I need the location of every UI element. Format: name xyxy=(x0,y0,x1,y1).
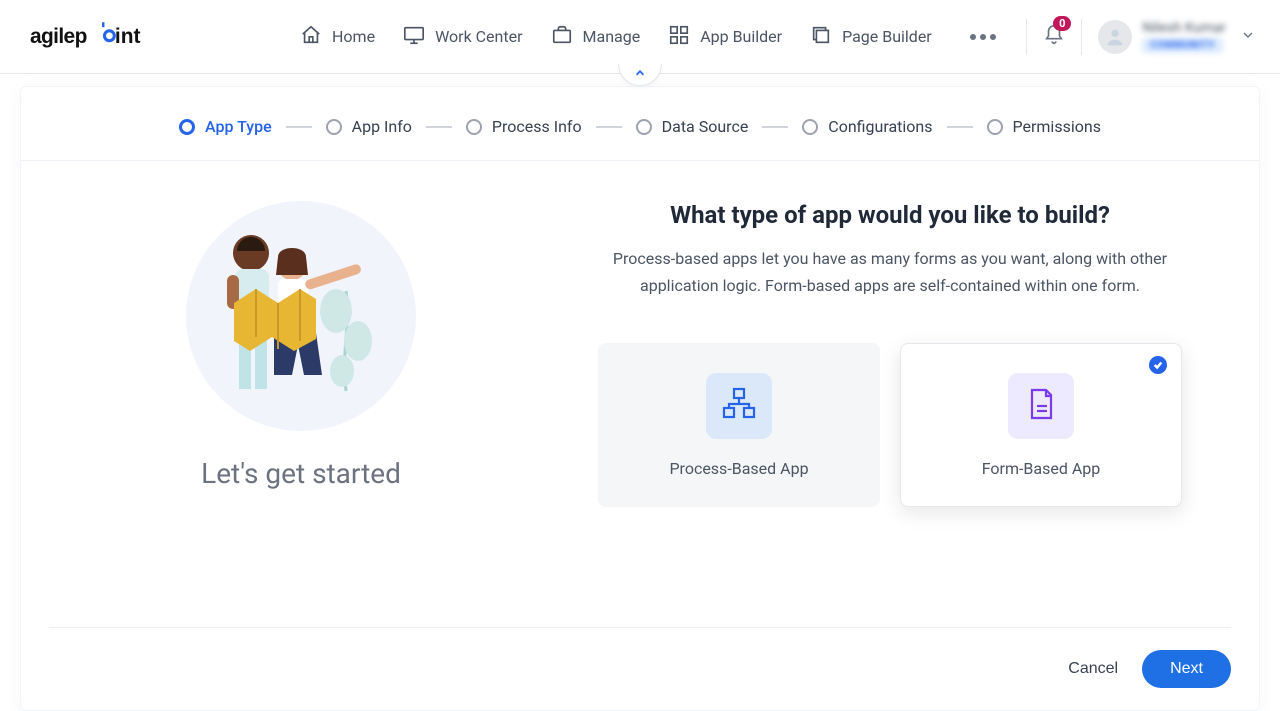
user-name: Nilesh Kumar xyxy=(1142,20,1226,36)
svg-text:int: int xyxy=(115,25,141,48)
step-permissions[interactable]: Permissions xyxy=(987,117,1101,136)
option-process-label: Process-Based App xyxy=(669,459,808,478)
notifications-button[interactable]: 0 xyxy=(1043,24,1065,50)
illustration xyxy=(186,201,416,431)
nav-page-builder-label: Page Builder xyxy=(842,27,932,46)
collapse-toggle[interactable] xyxy=(618,64,662,86)
process-icon xyxy=(721,386,757,426)
step-app-info[interactable]: App Info xyxy=(326,117,412,136)
home-icon xyxy=(300,24,322,50)
step-indicator-icon xyxy=(802,119,818,135)
notification-badge: 0 xyxy=(1053,16,1071,31)
copy-icon xyxy=(810,24,832,50)
nav-work-center[interactable]: Work Center xyxy=(403,24,522,50)
chevron-down-icon xyxy=(1240,27,1256,47)
top-navbar: agilep int Home Work Center Manage xyxy=(0,0,1280,74)
svg-text:agilep: agilep xyxy=(30,25,87,48)
step-label: App Info xyxy=(352,117,412,136)
brand-logo[interactable]: agilep int xyxy=(30,21,190,53)
step-label: App Type xyxy=(205,117,272,136)
step-separator xyxy=(286,126,312,128)
step-label: Configurations xyxy=(828,117,932,136)
nav-items: Home Work Center Manage App Builder Page… xyxy=(300,24,1002,50)
divider xyxy=(1026,19,1027,55)
selected-check-icon xyxy=(1149,356,1167,374)
option-form-label: Form-Based App xyxy=(982,459,1101,478)
nav-app-builder[interactable]: App Builder xyxy=(668,24,782,50)
step-app-type[interactable]: App Type xyxy=(179,117,272,136)
cancel-button[interactable]: Cancel xyxy=(1068,650,1118,688)
step-indicator-icon xyxy=(179,119,195,135)
avatar-icon xyxy=(1098,20,1132,54)
nav-work-center-label: Work Center xyxy=(435,27,522,46)
monitor-icon xyxy=(403,24,425,50)
nav-home[interactable]: Home xyxy=(300,24,375,50)
chevron-up-icon xyxy=(633,65,647,84)
user-menu[interactable]: Nilesh Kumar COMMUNITY xyxy=(1098,20,1256,54)
step-separator xyxy=(762,126,788,128)
option-form-based[interactable]: Form-Based App xyxy=(900,343,1182,507)
nav-page-builder[interactable]: Page Builder xyxy=(810,24,932,50)
step-indicator-icon xyxy=(987,119,1003,135)
user-tag: COMMUNITY xyxy=(1142,38,1222,53)
wizard-footer: Cancel Next xyxy=(49,627,1231,710)
left-heading: Let's get started xyxy=(201,457,401,490)
step-indicator-icon xyxy=(326,119,342,135)
bell-icon xyxy=(1043,31,1065,50)
step-label: Data Source xyxy=(662,117,749,136)
step-separator xyxy=(947,126,973,128)
main-title: What type of app would you like to build… xyxy=(571,201,1209,229)
step-label: Process Info xyxy=(492,117,582,136)
nav-app-builder-label: App Builder xyxy=(700,27,782,46)
divider xyxy=(1081,19,1082,55)
main-subtitle: Process-based apps let you have as many … xyxy=(571,245,1209,299)
step-configurations[interactable]: Configurations xyxy=(802,117,932,136)
form-icon xyxy=(1023,386,1059,426)
wizard-card: App Type App Info Process Info Data Sour… xyxy=(20,86,1260,711)
step-process-info[interactable]: Process Info xyxy=(466,117,582,136)
nav-home-label: Home xyxy=(332,27,375,46)
nav-more[interactable] xyxy=(964,28,1002,46)
briefcase-icon xyxy=(551,24,573,50)
nav-manage[interactable]: Manage xyxy=(551,24,641,50)
step-label: Permissions xyxy=(1013,117,1101,136)
step-separator xyxy=(596,126,622,128)
wizard-steps: App Type App Info Process Info Data Sour… xyxy=(21,93,1259,161)
next-button[interactable]: Next xyxy=(1142,650,1231,688)
step-indicator-icon xyxy=(466,119,482,135)
step-indicator-icon xyxy=(636,119,652,135)
step-data-source[interactable]: Data Source xyxy=(636,117,749,136)
nav-manage-label: Manage xyxy=(583,27,641,46)
step-separator xyxy=(426,126,452,128)
grid-icon xyxy=(668,24,690,50)
option-process-based[interactable]: Process-Based App xyxy=(598,343,880,507)
